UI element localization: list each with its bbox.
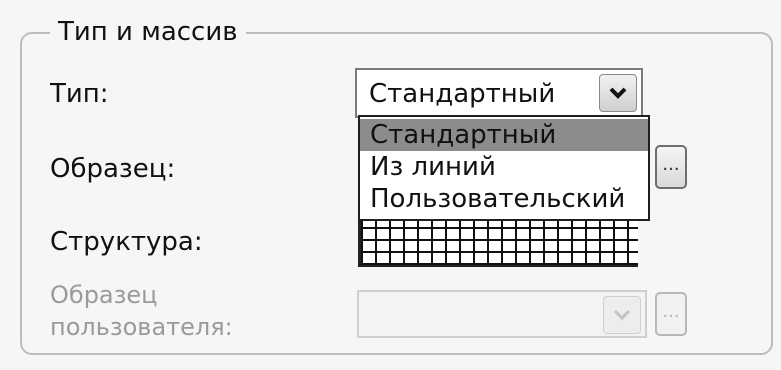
type-label: Тип: xyxy=(50,79,109,109)
dropdown-option-standard[interactable]: Стандартный xyxy=(360,119,648,151)
structure-label: Структура: xyxy=(50,227,203,257)
groupbox-title: Тип и массив xyxy=(50,14,246,50)
sample-label: Образец: xyxy=(50,154,176,184)
structure-pattern-preview xyxy=(358,215,638,267)
type-combobox[interactable]: Стандартный xyxy=(355,68,643,118)
user-sample-combobox[interactable] xyxy=(357,290,647,338)
user-sample-label-line2: пользователя: xyxy=(50,313,233,341)
type-combobox-value: Стандартный xyxy=(369,79,556,109)
type-combobox-dropdown-button[interactable] xyxy=(599,74,637,112)
dropdown-option-from-lines[interactable]: Из линий xyxy=(360,151,648,183)
chevron-down-icon xyxy=(613,309,631,321)
type-dropdown-list[interactable]: Стандартный Из линий Пользовательский xyxy=(358,115,650,221)
user-sample-label-line1: Образец xyxy=(50,281,158,309)
chevron-down-icon xyxy=(609,87,627,99)
user-sample-dropdown-button[interactable] xyxy=(603,296,641,334)
dropdown-option-user-defined[interactable]: Пользовательский xyxy=(360,183,648,215)
user-sample-browse-button[interactable]: ... xyxy=(655,292,687,336)
sample-browse-button[interactable]: ... xyxy=(655,145,687,189)
